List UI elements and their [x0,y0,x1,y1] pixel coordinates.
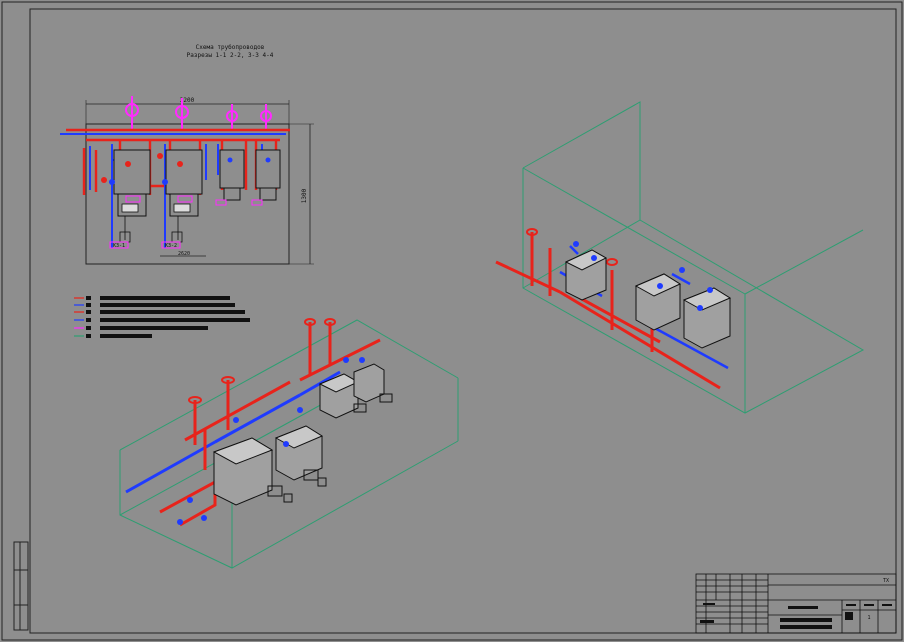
isometric-view-right [495,101,865,414]
drawing-sheet: Схема трубопроводов Разрезы 1-1 2-2, 3-3… [1,1,903,641]
front-section-view: 3200 1300 2620 КЗ-1 КЗ-2 [60,96,314,265]
dimension-height: 1300 [301,188,308,203]
sheet-label: ТХ [883,578,889,584]
unit-label-2: КЗ-2 [165,243,177,249]
binding-strip [13,541,29,631]
unit-label-1: КЗ-1 [113,243,125,249]
title-block-fills [700,603,892,629]
section-subtitle: Разрезы 1-1 2-2, 3-3 4-4 [187,52,274,59]
title-block [695,573,897,634]
section-title-block: Схема трубопроводов Разрезы 1-1 2-2, 3-3… [187,44,274,59]
section-title: Схема трубопроводов [196,44,265,51]
pipe-legend [74,296,250,338]
sheet-number: 1 [867,615,870,621]
dimension-bottom: 2620 [178,251,190,257]
isometric-view-bottom [119,318,459,569]
